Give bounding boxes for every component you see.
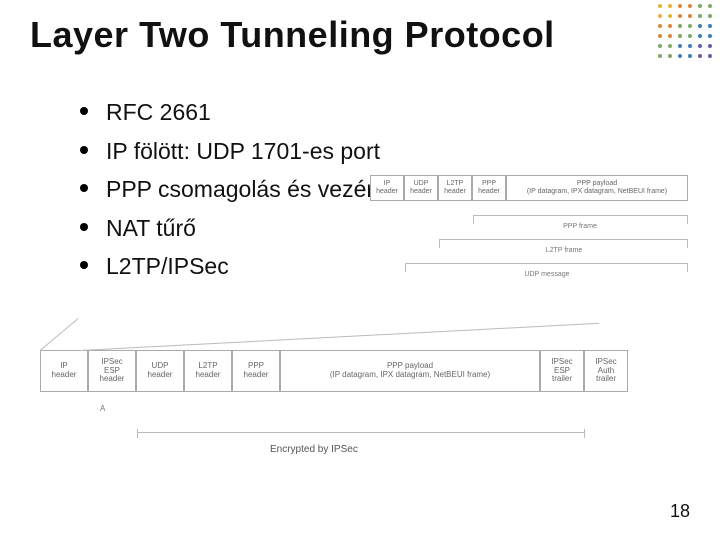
l2tp-ipsec-frame-diagram: IPheader IPSecESPheader UDPheader L2TPhe…	[40, 320, 680, 500]
box-udp-header: UDPheader	[136, 350, 184, 392]
box-l2tp-header: L2TPheader	[438, 175, 472, 201]
bullet-item: RFC 2661	[80, 95, 403, 130]
box-ipsec-auth-trailer: IPSecAuthtrailer	[584, 350, 628, 392]
label-encrypted: Encrypted by IPSec	[270, 444, 358, 455]
arrow-label-a: A	[100, 404, 105, 413]
box-ppp-header: PPPheader	[472, 175, 506, 201]
label-udp-message: UDP message	[524, 271, 569, 278]
box-ppp-payload: PPP payload(IP datagram, IPX datagram, N…	[506, 175, 688, 201]
box-ppp-header: PPPheader	[232, 350, 280, 392]
box-ipsec-esp-header: IPSecESPheader	[88, 350, 136, 392]
box-udp-header: UDPheader	[404, 175, 438, 201]
brace-encrypted	[137, 432, 585, 443]
bullet-item: NAT tűrő	[80, 211, 403, 246]
diagonal-line	[40, 318, 79, 351]
box-ppp-payload: PPP payload(IP datagram, IPX datagram, N…	[280, 350, 540, 392]
box-ip-header: IPheader	[370, 175, 404, 201]
bullet-item: IP fölött: UDP 1701-es port	[80, 134, 403, 169]
bullet-item: PPP csomagolás és vezérlés	[80, 172, 403, 207]
l2tp-frame-diagram: IPheader UDPheader L2TPheader PPPheader …	[370, 175, 700, 290]
label-l2tp-frame: L2TP frame	[546, 247, 582, 254]
slide-title: Layer Two Tunneling Protocol	[30, 14, 555, 56]
page-number: 18	[670, 501, 690, 522]
decorative-dot-grid	[658, 4, 714, 60]
box-l2tp-header: L2TPheader	[184, 350, 232, 392]
label-ppp-frame: PPP frame	[563, 223, 597, 230]
box-ipsec-esp-trailer: IPSecESPtrailer	[540, 350, 584, 392]
diagonal-line	[80, 323, 599, 351]
bullet-list: RFC 2661 IP fölött: UDP 1701-es port PPP…	[40, 95, 403, 288]
bullet-item: L2TP/IPSec	[80, 249, 403, 284]
box-ip-header: IPheader	[40, 350, 88, 392]
